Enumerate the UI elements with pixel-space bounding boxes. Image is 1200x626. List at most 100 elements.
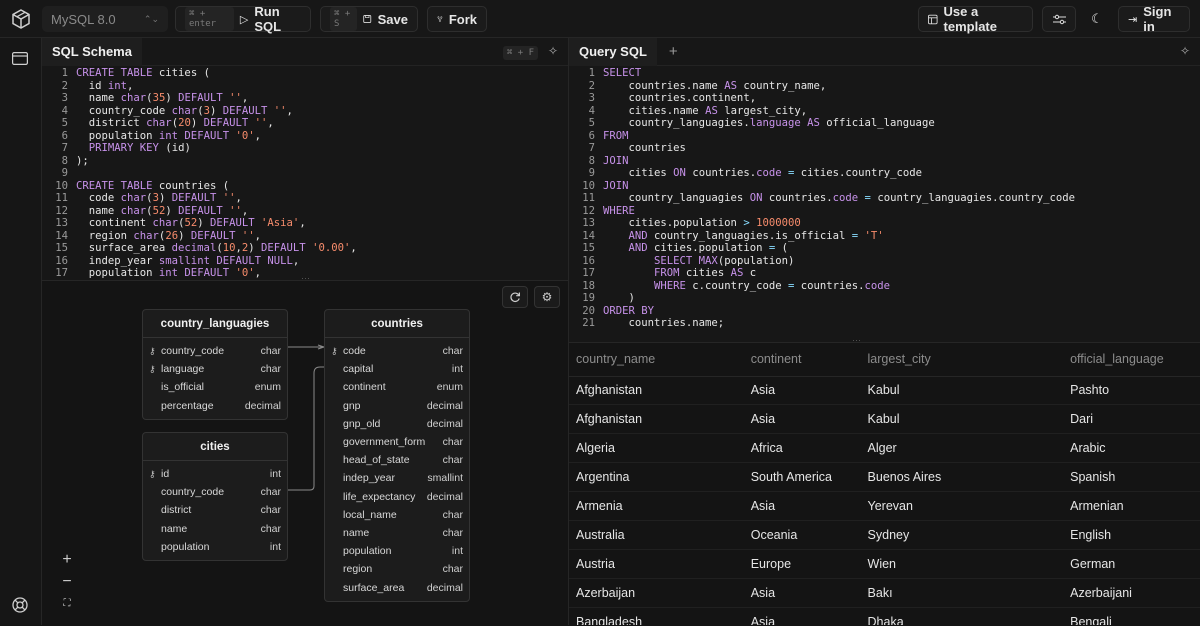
line-number: 15 [55, 242, 68, 254]
table-row: Austria Europe Wien German [569, 549, 1200, 579]
code-token: population [76, 129, 159, 142]
table-row: Argentina South America Buenos Aires Spanis… [569, 462, 1200, 493]
code-token: int [107, 79, 128, 92]
line-number: 20 [582, 304, 595, 317]
code-line: 12 WHERE [569, 205, 1200, 218]
settings-button[interactable] [1042, 6, 1076, 32]
code-token: cities.country_code [794, 167, 922, 179]
code-text: WHERE c.country_code = countries.code [603, 280, 890, 293]
code-token: 52 [184, 217, 198, 229]
sign-in-icon: ⇥ [1128, 13, 1138, 26]
sparkle-icon[interactable]: ✧ [548, 44, 558, 58]
table-row: Azerbaijan Asia Bakı Azerbaijani [569, 578, 1200, 608]
column-type: decimal [426, 417, 463, 430]
code-text: countries [603, 142, 686, 155]
theme-toggle-button[interactable]: ☾ [1082, 6, 1112, 32]
column-header[interactable]: continent [743, 343, 861, 377]
code-text: countries.name AS country_name, [603, 79, 827, 93]
fit-view-button[interactable]: ⛶ [54, 592, 80, 614]
query-code-editor[interactable]: 1 SELECT 2 countries.name AS country_name,… [569, 67, 1200, 342]
code-token: countries. [762, 192, 833, 204]
code-token: int DEFAULT [158, 129, 230, 142]
column-type: enum [254, 381, 281, 394]
zoom-in-button[interactable]: + [54, 549, 80, 571]
help-lifebuoy-icon[interactable] [12, 597, 28, 613]
column-header[interactable]: country_name [569, 343, 744, 377]
run-sql-button[interactable]: ⌘ + enter ▷ Run SQL [175, 4, 311, 34]
tab-query-sql[interactable]: Query SQL [569, 37, 657, 66]
sidebar-toggle-icon[interactable] [12, 52, 28, 65]
code-token: cities.population [647, 242, 769, 254]
database-version-select[interactable]: MySQL 8.0 ⌃⌄ [42, 6, 168, 32]
code-text: cities.population > 1000000 [603, 217, 801, 230]
code-text: ); [76, 155, 89, 168]
add-tab-icon[interactable]: + [669, 43, 678, 60]
column-type: decimal [426, 490, 463, 503]
use-template-button[interactable]: Use a template [918, 4, 1033, 34]
column-name: ⚷ country_code [149, 345, 225, 358]
column-name: ⚷ code [331, 345, 366, 358]
tab-sql-schema[interactable]: SQL Schema [42, 37, 142, 66]
column-row: local_name char [325, 506, 469, 524]
code-line: 7 countries [569, 142, 1200, 155]
code-text: WHERE [603, 205, 635, 218]
code-token: continent [76, 217, 153, 229]
code-token: char [133, 229, 159, 242]
line-number: 1 [588, 67, 595, 79]
line-number: 6 [588, 129, 595, 142]
code-token: country_languagies. [603, 117, 750, 129]
code-line: 19 ) [569, 292, 1200, 305]
schema-diagram-canvas[interactable]: ⚙ country_languagies ⚷ country_code char ⚷ la… [42, 280, 568, 625]
code-token: AS [724, 79, 737, 92]
code-token: c [743, 267, 757, 279]
table-node-cities[interactable]: cities ⚷ id int country_code char district char… [142, 432, 288, 561]
code-token: DEFAULT [261, 242, 306, 254]
code-token: code [756, 167, 782, 179]
sparkle-icon[interactable]: ✧ [1180, 44, 1190, 58]
column-header[interactable]: largest_city [860, 343, 1064, 377]
code-token: countries ( [152, 179, 230, 192]
column-name: capital [343, 363, 374, 376]
line-number: 5 [588, 117, 595, 129]
key-icon: ⚷ [331, 346, 338, 357]
table-node-countries[interactable]: countries ⚷ code char capital int continent enu… [324, 309, 470, 602]
code-token: , [254, 229, 262, 242]
table-cell: Alger [860, 433, 1064, 464]
code-token: char [171, 104, 198, 117]
code-token: 35 [152, 92, 166, 104]
sign-in-button[interactable]: ⇥ Sign in [1118, 4, 1190, 34]
code-line: 1 CREATE TABLE cities ( [42, 67, 568, 80]
code-text: cities.name AS largest_city, [603, 104, 808, 118]
code-token: DEFAULT [178, 204, 223, 217]
code-token: char [120, 204, 147, 217]
format-shortcut-hint[interactable]: ⌘ + F [502, 46, 538, 60]
table-node-country-languagies[interactable]: country_languagies ⚷ country_code char ⚷ lang… [142, 309, 288, 420]
column-row: population int [325, 542, 469, 560]
code-token: largest_city, [717, 104, 808, 117]
column-type: char [442, 454, 463, 467]
column-header[interactable]: official_language [1063, 343, 1200, 377]
table-cell: Bangladesh [569, 607, 744, 625]
save-button[interactable]: ⌘ + S Save [320, 6, 418, 32]
app-logo-icon[interactable] [10, 8, 32, 30]
code-token: '' [254, 117, 268, 129]
zoom-out-button[interactable]: − [54, 571, 80, 593]
column-row: percentage decimal [143, 397, 287, 415]
table-cell: Asia [743, 376, 861, 406]
table-cell: Azerbaijan [569, 578, 744, 608]
schema-code-editor[interactable]: 1 CREATE TABLE cities (2 id int, 3 name ch… [42, 67, 568, 280]
key-icon: ⚷ [149, 346, 156, 357]
code-line: 20 ORDER BY [569, 305, 1200, 318]
code-line: 9 cities ON countries.code = cities.coun… [569, 167, 1200, 180]
column-row: ⚷ code char [325, 342, 469, 360]
column-name: percentage [161, 399, 214, 412]
fork-button[interactable]: Fork [427, 6, 487, 32]
code-text: continent char(52) DEFAULT 'Asia', [76, 217, 306, 230]
code-token: JOIN [603, 154, 629, 167]
table-row: Afghanistan Asia Kabul Dari [569, 404, 1200, 435]
code-text: surface_area decimal(10,2) DEFAULT '0.00… [76, 242, 357, 255]
code-line: 6 population int DEFAULT '0', [42, 130, 568, 143]
code-line: 10 JOIN [569, 180, 1200, 193]
fork-icon [437, 16, 443, 22]
column-type: char [260, 345, 281, 358]
